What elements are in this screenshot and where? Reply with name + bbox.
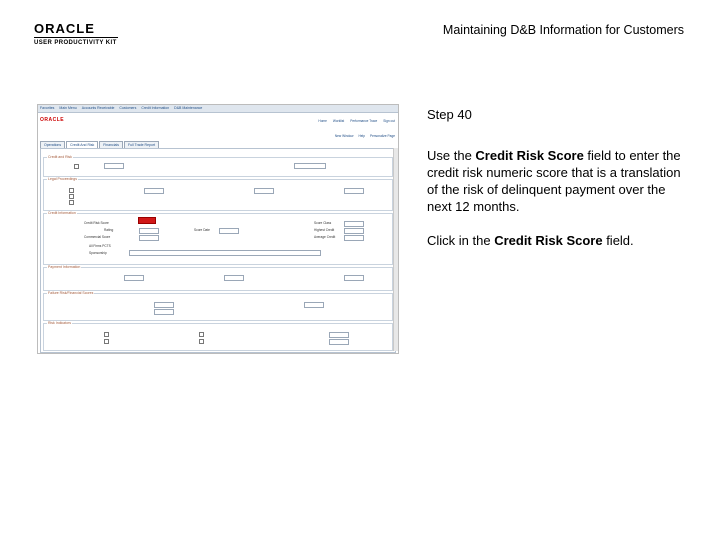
menu-bar: Favorites Main Menu Accounts Receivable Cus… bbox=[38, 105, 398, 113]
checkbox[interactable] bbox=[199, 332, 204, 337]
checkbox[interactable] bbox=[69, 200, 74, 205]
app-brand: ORACLE bbox=[40, 117, 65, 123]
field-label: Credit Risk Score bbox=[84, 221, 109, 225]
oracle-header-bar: ORACLE Home Worklist Performance Trace Sign… bbox=[38, 113, 398, 126]
input-box[interactable] bbox=[104, 163, 124, 169]
section-risk-indicators: Risk Indicators bbox=[43, 321, 393, 351]
action-text-part: Click in the bbox=[427, 233, 495, 248]
input-box[interactable] bbox=[304, 302, 324, 308]
input-box[interactable] bbox=[129, 250, 321, 256]
section-title: Payment Information bbox=[47, 265, 82, 269]
input-box[interactable] bbox=[144, 188, 164, 194]
input-box[interactable] bbox=[139, 235, 159, 241]
step-number: Step 40 bbox=[427, 107, 472, 122]
input-box[interactable] bbox=[219, 228, 239, 234]
page-title: Maintaining D&B Information for Customer… bbox=[442, 23, 684, 37]
top-links: Home Worklist Performance Trace Sign out bbox=[318, 119, 395, 123]
action-text-part: field. bbox=[602, 233, 634, 248]
section-title: Risk Indicators bbox=[47, 321, 72, 325]
input-box[interactable] bbox=[329, 339, 349, 345]
input-box[interactable] bbox=[124, 275, 144, 281]
application-screenshot: Favorites Main Menu Accounts Receivable Cus… bbox=[37, 104, 399, 354]
field-label: Score Class bbox=[314, 221, 332, 225]
section-title: Credit and Risk bbox=[47, 155, 73, 159]
section-credit-and-risk: Credit and Risk bbox=[43, 155, 393, 177]
input-box[interactable] bbox=[139, 228, 159, 234]
field-label: Sponsorship bbox=[89, 251, 107, 255]
field-name-emphasis: Credit Risk Score bbox=[475, 148, 584, 163]
form-content: Credit and Risk Legal Proceedings Credit… bbox=[40, 148, 396, 353]
field-name-emphasis: Credit Risk Score bbox=[494, 233, 603, 248]
dropdown[interactable] bbox=[294, 163, 326, 169]
section-credit-information: Credit Information Credit Risk Score Rat… bbox=[43, 211, 393, 265]
section-title: Failure Risk/Financial Scores bbox=[47, 291, 95, 295]
oracle-upk-logo: ORACLE USER PRODUCTIVITY KIT bbox=[34, 22, 124, 47]
section-legal-proceedings: Legal Proceedings bbox=[43, 177, 393, 211]
page-nav-links: New Window Help Personalize Page bbox=[334, 134, 395, 138]
input-box[interactable] bbox=[344, 275, 364, 281]
checkbox[interactable] bbox=[104, 339, 109, 344]
logo-word: ORACLE bbox=[34, 21, 95, 36]
instruction-text-part: Use the bbox=[427, 148, 476, 163]
field-label: Score Date bbox=[194, 228, 210, 232]
instruction-text: Use the Credit Risk Score field to enter… bbox=[427, 147, 692, 215]
checkbox[interactable] bbox=[104, 332, 109, 337]
section-payment-information: Payment Information bbox=[43, 265, 393, 291]
logo-divider bbox=[34, 37, 118, 38]
checkbox[interactable] bbox=[199, 339, 204, 344]
input-box[interactable] bbox=[344, 221, 364, 227]
checkbox[interactable] bbox=[69, 194, 74, 199]
checkbox[interactable] bbox=[74, 164, 79, 169]
field-label: Commercial Score bbox=[84, 235, 111, 239]
input-box[interactable] bbox=[329, 332, 349, 338]
credit-risk-score-field-highlight[interactable] bbox=[138, 217, 156, 224]
checkbox[interactable] bbox=[69, 188, 74, 193]
section-failure-risk-financial-scores: Failure Risk/Financial Scores bbox=[43, 291, 393, 321]
input-box[interactable] bbox=[154, 309, 174, 315]
input-box[interactable] bbox=[344, 228, 364, 234]
field-label: Highest Credit bbox=[314, 228, 335, 232]
vertical-scrollbar[interactable] bbox=[393, 148, 398, 351]
input-box[interactable] bbox=[254, 188, 274, 194]
input-box[interactable] bbox=[154, 302, 174, 308]
field-label: Average Credit bbox=[314, 235, 336, 239]
section-title: Legal Proceedings bbox=[47, 177, 78, 181]
input-box[interactable] bbox=[224, 275, 244, 281]
field-label: Rating bbox=[104, 228, 114, 232]
section-title: Credit Information bbox=[47, 211, 77, 215]
input-box[interactable] bbox=[344, 235, 364, 241]
logo-subtitle: USER PRODUCTIVITY KIT bbox=[34, 40, 117, 46]
input-box[interactable] bbox=[344, 188, 364, 194]
field-label: All Firms PCTS bbox=[89, 244, 111, 248]
action-text: Click in the Credit Risk Score field. bbox=[427, 232, 692, 249]
